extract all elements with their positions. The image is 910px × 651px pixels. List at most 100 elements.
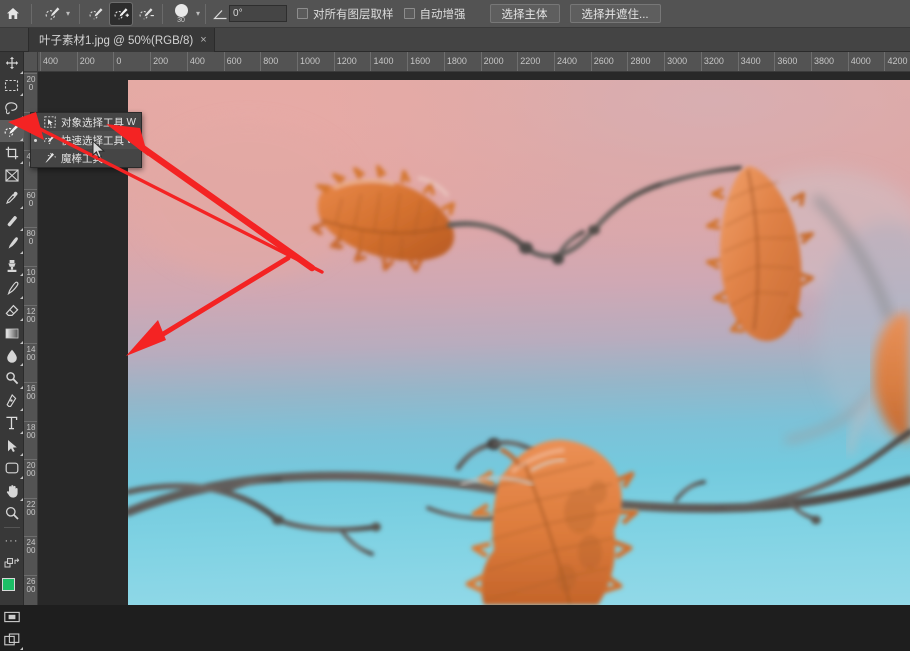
path-selection-tool[interactable] xyxy=(0,435,24,458)
flyout-triangle-icon xyxy=(19,453,23,456)
ruler-label: 3800 xyxy=(814,56,835,66)
foreground-color-swatch[interactable] xyxy=(1,577,15,591)
document-tab[interactable]: 叶子素材1.jpg @ 50%(RGB/8) × xyxy=(28,28,215,52)
ruler-label: 2200 xyxy=(520,56,541,66)
flyout-triangle-icon xyxy=(19,138,23,141)
quick-selection-icon xyxy=(43,134,56,147)
close-icon[interactable]: × xyxy=(200,34,206,46)
quick-selection-flyout-menu[interactable]: 对象选择工具 W 快速选择工具 W 魔棒工具 xyxy=(30,112,142,168)
ruler-tick xyxy=(24,575,37,577)
brush-tool[interactable] xyxy=(0,232,24,255)
divider xyxy=(31,3,32,24)
document-tab-bar: 叶子素材1.jpg @ 50%(RGB/8) × xyxy=(0,28,910,52)
ruler-label: 400 xyxy=(189,56,205,66)
ruler-tick xyxy=(811,52,813,71)
ruler-label: 2400 xyxy=(26,538,36,556)
ruler-tick xyxy=(443,52,445,71)
auto-enhance-label: 自动增强 xyxy=(419,8,466,21)
ruler-tick xyxy=(24,343,37,345)
healing-brush-tool[interactable] xyxy=(0,210,24,233)
flyout-item-quick-selection[interactable]: 快速选择工具 W xyxy=(31,131,141,149)
ruler-label: 1800 xyxy=(446,56,467,66)
flyout-triangle-icon xyxy=(19,93,23,96)
quick-mask-icon[interactable] xyxy=(0,606,24,629)
hand-tool[interactable] xyxy=(0,480,24,503)
brush-chevron-down-icon[interactable]: ▾ xyxy=(196,9,200,18)
tool-preset-picker[interactable]: ▾ xyxy=(37,2,74,26)
history-brush-tool[interactable] xyxy=(0,277,24,300)
gradient-tool[interactable] xyxy=(0,322,24,345)
canvas-area[interactable] xyxy=(38,72,910,605)
screen-mode-icon[interactable] xyxy=(0,628,24,651)
zoom-tool[interactable] xyxy=(0,502,24,525)
eyedropper-tool[interactable] xyxy=(0,187,24,210)
ruler-tick xyxy=(480,52,482,71)
eraser-tool[interactable] xyxy=(0,300,24,323)
ruler-label: 2000 xyxy=(483,56,504,66)
divider xyxy=(205,3,207,24)
frame-tool[interactable] xyxy=(0,165,24,188)
crop-tool[interactable] xyxy=(0,142,24,165)
ruler-tick xyxy=(223,52,225,71)
quick-selection-tool[interactable] xyxy=(0,119,24,142)
sample-all-layers-label: 对所有图层取样 xyxy=(313,8,394,21)
ruler-label: 2600 xyxy=(593,56,614,66)
ruler-label: 200 xyxy=(79,56,95,66)
ruler-label: 3200 xyxy=(703,56,724,66)
brush-new-icon[interactable] xyxy=(85,3,107,25)
ruler-label: 2400 xyxy=(557,56,578,66)
ruler-tick xyxy=(24,420,37,422)
chevron-down-icon[interactable]: ▾ xyxy=(66,9,70,18)
ruler-label: 3000 xyxy=(667,56,688,66)
flyout-item-shortcut: W xyxy=(126,116,136,128)
magic-wand-icon xyxy=(43,152,56,165)
document-image[interactable] xyxy=(128,80,910,605)
flyout-triangle-icon xyxy=(19,115,23,119)
select-and-mask-button[interactable]: 选择并遮住... xyxy=(569,4,661,23)
ruler-tick xyxy=(370,52,372,71)
clone-stamp-tool[interactable] xyxy=(0,255,24,278)
dodge-tool[interactable] xyxy=(0,367,24,390)
select-subject-button[interactable]: 选择主体 xyxy=(489,4,560,23)
ruler-label: 200 xyxy=(26,75,36,92)
checkbox-box[interactable] xyxy=(403,8,415,19)
horizontal-ruler[interactable]: 400 200 0 200 400 600 800 1000 1200 1400 1600 1800 2… xyxy=(38,52,910,72)
move-tool[interactable] xyxy=(0,52,24,75)
color-swatches[interactable] xyxy=(0,576,24,602)
default-colors-icon[interactable] xyxy=(0,552,24,575)
ruler-label: 1400 xyxy=(26,345,36,363)
flyout-triangle-icon xyxy=(19,408,23,411)
home-icon[interactable] xyxy=(0,0,26,28)
ruler-tick xyxy=(627,52,629,71)
options-bar-buttons: 选择主体 选择并遮住... xyxy=(489,4,661,23)
brush-size-preview[interactable]: 30 xyxy=(168,1,194,27)
ruler-tick xyxy=(24,459,37,461)
mouse-pointer-icon xyxy=(92,140,106,159)
brush-subtract-icon[interactable] xyxy=(135,3,157,25)
flyout-triangle-icon xyxy=(19,228,23,231)
angle-input[interactable]: 0° xyxy=(229,5,288,22)
ruler-tick xyxy=(76,52,78,71)
divider xyxy=(162,3,164,24)
auto-enhance-checkbox[interactable]: 自动增强 xyxy=(403,6,466,22)
selection-mode-group xyxy=(85,1,157,26)
blur-tool[interactable] xyxy=(0,345,24,368)
ruler-label: 3600 xyxy=(777,56,798,66)
pen-tool[interactable] xyxy=(0,390,24,413)
flyout-item-label: 对象选择工具 xyxy=(61,116,124,129)
ruler-tick xyxy=(847,52,849,71)
flyout-item-object-selection[interactable]: 对象选择工具 W xyxy=(31,113,141,131)
rectangular-marquee-tool[interactable] xyxy=(0,75,24,98)
ruler-label: 2200 xyxy=(26,499,36,517)
lasso-tool[interactable] xyxy=(0,97,24,120)
ruler-tick xyxy=(774,52,776,71)
rectangle-shape-tool[interactable] xyxy=(0,457,24,480)
brush-add-icon[interactable] xyxy=(109,1,134,26)
type-tool[interactable] xyxy=(0,412,24,435)
ruler-label: 200 xyxy=(153,56,169,66)
checkbox-box[interactable] xyxy=(297,8,309,19)
edit-toolbar-button[interactable]: ··· xyxy=(0,530,24,553)
object-selection-icon xyxy=(43,116,56,129)
sample-all-layers-checkbox[interactable]: 对所有图层取样 xyxy=(297,6,394,22)
flyout-item-magic-wand[interactable]: 魔棒工具 xyxy=(31,149,141,167)
